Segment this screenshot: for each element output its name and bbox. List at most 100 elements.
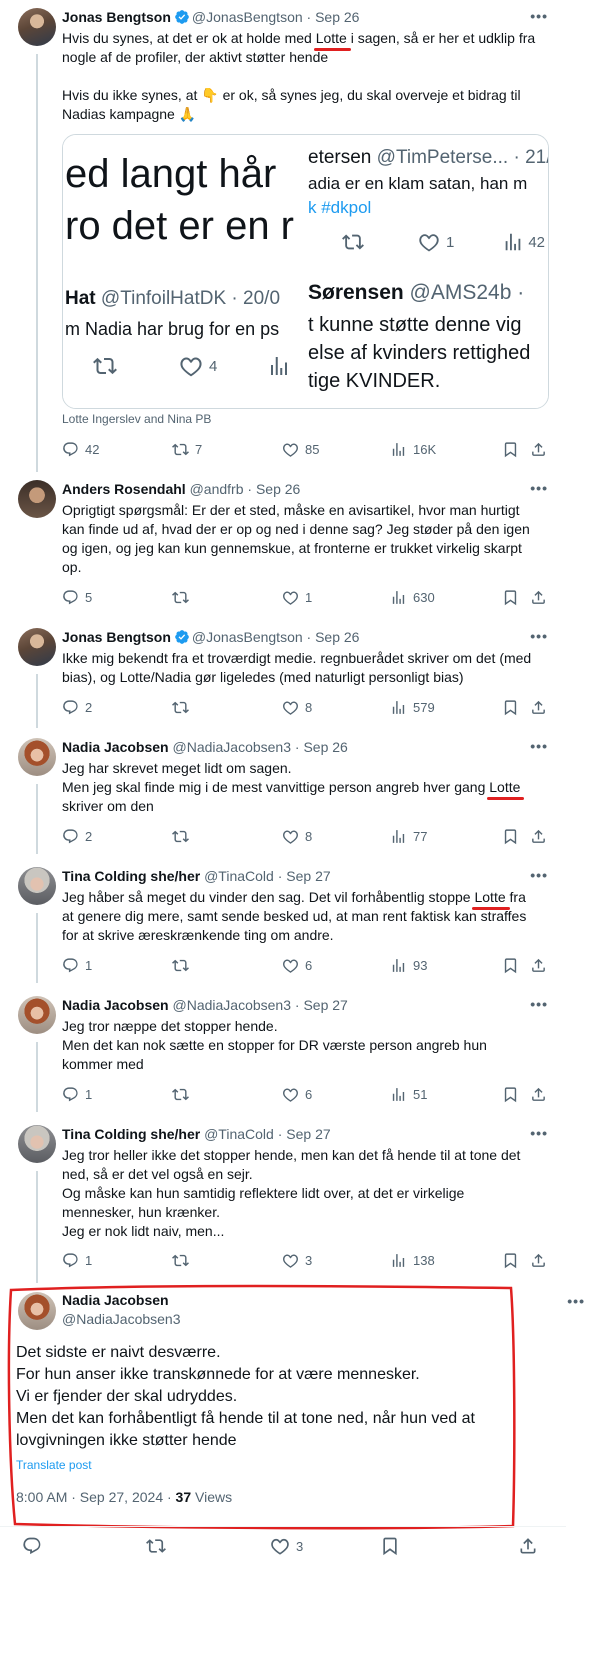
highlighted-name: Lotte [472,889,510,910]
repost-button[interactable] [172,826,189,846]
like-button[interactable]: 8 [282,826,312,846]
post-date[interactable]: Sep 27 [303,997,347,1013]
author-handle[interactable]: @TinaCold [204,1126,274,1142]
like-button[interactable]: 6 [282,955,312,975]
likes-count: 3 [296,1538,304,1554]
reply-button[interactable]: 5 [62,587,92,607]
author-name[interactable]: Nadia Jacobsen [62,739,169,755]
replies-count: 1 [85,957,93,973]
views-button[interactable]: 77 [390,826,427,846]
author-name[interactable]: Nadia Jacobsen [62,1292,169,1308]
reply-button[interactable]: 2 [62,697,92,717]
like-button[interactable]: 6 [282,1084,312,1104]
more-icon[interactable]: ••• [530,738,548,754]
repost-button[interactable] [172,587,189,607]
repost-button[interactable]: 7 [172,439,202,459]
views-button[interactable]: 93 [390,955,427,975]
more-icon[interactable]: ••• [530,867,548,883]
media-collage[interactable]: ed langt hår ro det er en r etersen @Tim… [62,134,549,409]
more-icon[interactable]: ••• [530,996,548,1012]
reply-button[interactable]: 42 [62,439,99,459]
reply-icon [62,828,79,845]
post-date[interactable]: Sep 26 [315,629,359,645]
author-name[interactable]: Jonas Bengtson [62,629,171,645]
reply-button[interactable]: 1 [62,1084,92,1104]
verified-icon [175,10,189,24]
share-button[interactable] [530,826,547,846]
bookmark-button[interactable] [502,587,519,607]
bookmark-button[interactable] [502,1250,519,1270]
collage-panel-top-right[interactable]: etersen @TimPeterse... · 21/0 adia er en… [308,135,548,263]
repost-button[interactable] [172,1250,189,1270]
author-name[interactable]: Jonas Bengtson [62,9,171,25]
bookmark-button[interactable] [502,955,519,975]
more-icon[interactable]: ••• [530,480,548,496]
like-button[interactable]: 1 [282,587,312,607]
reply-button[interactable]: 2 [62,826,92,846]
share-button[interactable] [530,697,547,717]
post-date[interactable]: Sep 26 [303,739,347,755]
media-tags[interactable]: Lotte Ingerslev and Nina PB [62,412,211,426]
views-icon [390,699,407,716]
author-name[interactable]: Nadia Jacobsen [62,997,169,1013]
share-button[interactable] [530,587,547,607]
author-handle[interactable]: @NadiaJacobsen3 [62,1311,181,1327]
likes-count: 6 [305,1086,313,1102]
more-icon[interactable]: ••• [530,1125,548,1141]
share-button[interactable] [530,1084,547,1104]
post-date[interactable]: Sep 26 [315,9,359,25]
share-button[interactable] [530,1250,547,1270]
reply-button[interactable]: 1 [62,1250,92,1270]
likes-count: 8 [305,699,313,715]
collage-panel-bottom-right[interactable]: Sørensen @AMS24b · t kunne støtte denne … [308,266,548,408]
more-icon[interactable]: ••• [567,1293,585,1309]
views-button[interactable]: 138 [390,1250,435,1270]
post-date[interactable]: Sep 26 [256,481,300,497]
collage-panel-top-left[interactable]: ed langt hår ro det er en r [63,135,305,263]
author-handle[interactable]: @NadiaJacobsen3 [173,997,292,1013]
repost-button[interactable] [172,955,189,975]
likes-count: 8 [305,828,313,844]
reply-button[interactable] [22,1536,42,1556]
avatar[interactable] [18,1292,56,1330]
like-button[interactable]: 85 [282,439,319,459]
more-icon[interactable]: ••• [530,8,548,24]
author-name[interactable]: Anders Rosendahl [62,481,186,497]
repost-button[interactable] [146,1536,166,1556]
bookmark-button[interactable] [502,1084,519,1104]
repost-button[interactable] [172,1084,189,1104]
author-name[interactable]: Tina Colding she/her [62,868,200,884]
author-handle[interactable]: @JonasBengtson [192,9,303,25]
views-button[interactable]: 579 [390,697,435,717]
share-button[interactable] [518,1536,538,1556]
bookmark-button[interactable] [380,1536,400,1556]
bookmark-button[interactable] [502,697,519,717]
views-button[interactable]: 51 [390,1084,427,1104]
author-handle[interactable]: @NadiaJacobsen3 [173,739,292,755]
post-date[interactable]: Sep 27 [286,1126,330,1142]
like-button[interactable]: 3 [282,1250,312,1270]
repost-button[interactable] [172,697,189,717]
author-name[interactable]: Tina Colding she/her [62,1126,200,1142]
like-button[interactable]: 3 [270,1536,303,1556]
author-handle[interactable]: @andfrb [190,481,244,497]
share-icon [530,589,547,606]
author-handle[interactable]: @JonasBengtson [192,629,303,645]
post-timestamp[interactable]: 8:00 AM · Sep 27, 2024 · 37 Views [16,1489,232,1505]
views-icon [390,828,407,845]
collage-panel-bottom-left[interactable]: Hat @TinfoilHatDK · 20/0 m Nadia har bru… [63,266,305,408]
bookmark-icon [502,699,519,716]
views-button[interactable]: 630 [390,587,435,607]
bookmark-button[interactable] [502,826,519,846]
author-handle[interactable]: @TinaCold [204,868,274,884]
share-button[interactable] [530,439,547,459]
post-date[interactable]: Sep 27 [286,868,330,884]
more-icon[interactable]: ••• [530,628,548,644]
share-button[interactable] [530,955,547,975]
translate-post-link[interactable]: Translate post [16,1458,92,1472]
reply-button[interactable]: 1 [62,955,92,975]
share-icon [530,441,547,458]
like-button[interactable]: 8 [282,697,312,717]
views-button[interactable]: 16K [390,439,436,459]
bookmark-button[interactable] [502,439,519,459]
